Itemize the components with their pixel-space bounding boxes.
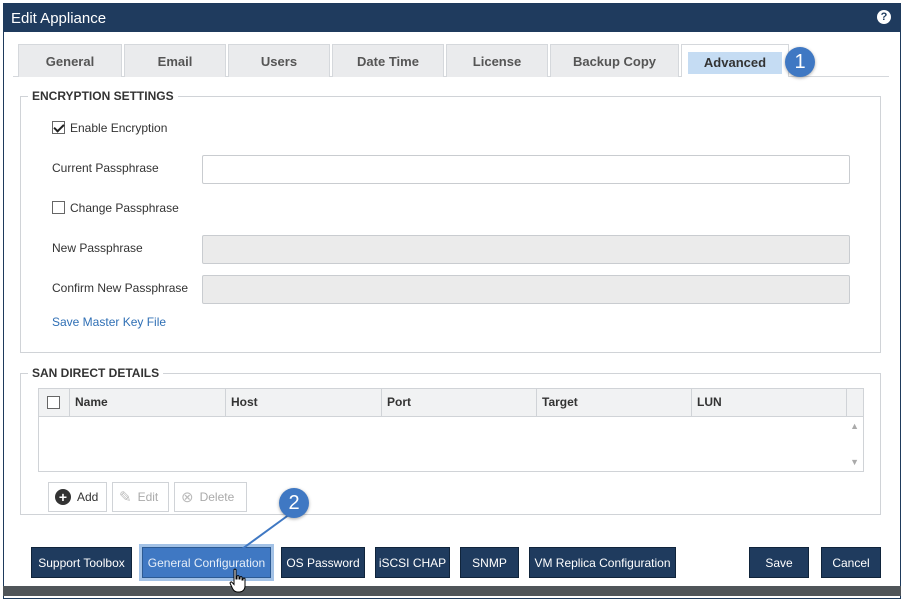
bottom-status-bar xyxy=(3,586,901,596)
hand-cursor-icon xyxy=(229,568,246,593)
callout-pointer-line xyxy=(241,513,291,550)
callout-marker-2: 2 xyxy=(279,488,309,518)
